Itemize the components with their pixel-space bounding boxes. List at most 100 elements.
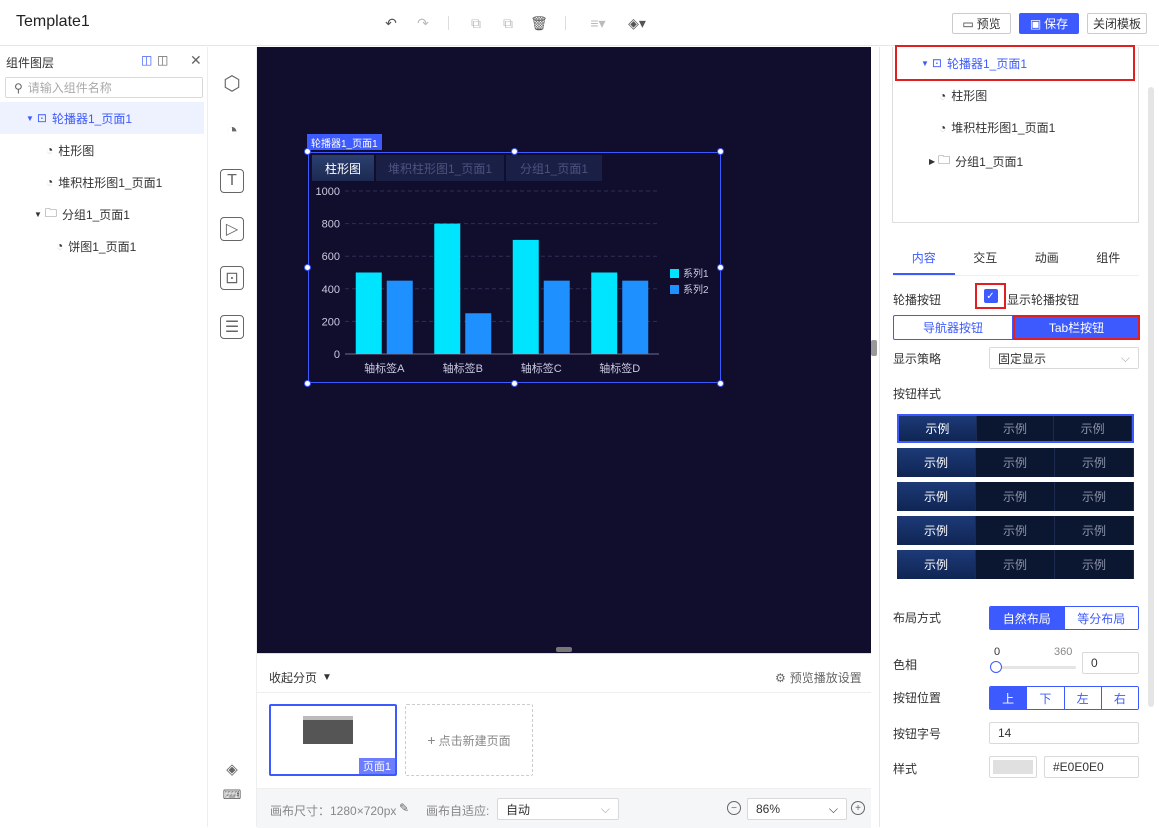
- media-icon[interactable]: ▷: [220, 217, 244, 241]
- layer-search-input[interactable]: ⚲ 请输入组件名称: [5, 77, 203, 98]
- color-swatch[interactable]: [989, 756, 1037, 778]
- style-sample: 示例: [897, 550, 976, 579]
- position-bottom-option[interactable]: 下: [1026, 687, 1064, 709]
- y-tick-label: 600: [322, 251, 340, 263]
- canvas-footer: 画布尺寸：1280×720px ✎ 画布自适应: 自动 ⌵ − 86% ⌵ +: [257, 788, 871, 828]
- page-thumbnail[interactable]: 页面1: [269, 704, 397, 776]
- zoom-in-icon[interactable]: +: [851, 801, 865, 815]
- button-style-label: 按钮样式: [893, 387, 942, 401]
- zoom-select[interactable]: 86% ⌵: [747, 798, 847, 820]
- table-icon[interactable]: ☰: [220, 315, 244, 339]
- layer-item-pie[interactable]: ◔ 饼图1_页面1: [0, 230, 204, 262]
- resize-grip[interactable]: [556, 647, 572, 652]
- navigator-button-option[interactable]: 导航器按钮: [893, 315, 1014, 340]
- button-style-option-2[interactable]: 示例 示例 示例: [897, 448, 1134, 477]
- align-icon[interactable]: ≡▾: [585, 14, 611, 32]
- resize-handle[interactable]: [717, 380, 724, 387]
- layers-icon[interactable]: ◈▾: [624, 14, 650, 32]
- edit-icon[interactable]: ✎: [399, 801, 409, 815]
- tree-item-group[interactable]: ▶ 🗀 分组1_页面1: [929, 151, 1023, 172]
- layout-toggle-icon[interactable]: ◫: [141, 53, 152, 67]
- canvas-adapt-select[interactable]: 自动 ⌵: [497, 798, 619, 820]
- new-page-button[interactable]: + 点击新建页面: [405, 704, 533, 776]
- carousel-tab[interactable]: 分组1_页面1: [506, 155, 602, 181]
- chevron-down-icon: ⌵: [828, 801, 838, 816]
- preview-settings-link[interactable]: ⚙ 预览播放设置: [775, 669, 862, 686]
- display-strategy-select[interactable]: 固定显示 ⌵: [989, 347, 1139, 369]
- layer-item-group[interactable]: ▼ 🗀 分组1_页面1: [0, 198, 204, 230]
- equal-layout-option[interactable]: 等分布局: [1063, 607, 1138, 629]
- pie-chart-icon[interactable]: ◔: [220, 119, 244, 143]
- split-view-icon[interactable]: ◫: [157, 53, 168, 67]
- tab-interaction[interactable]: 交互: [955, 247, 1017, 275]
- carousel-component[interactable]: 柱形图 堆积柱形图1_页面1 分组1_页面1 0 200 400 600 800 1000…: [308, 152, 721, 383]
- collapse-pages-toggle[interactable]: 收起分页 ▼: [269, 669, 332, 686]
- position-right-option[interactable]: 右: [1100, 687, 1138, 709]
- position-top-option[interactable]: 上: [990, 687, 1027, 709]
- tree-item-bar-chart[interactable]: ◔ 柱形图: [939, 87, 987, 104]
- save-button[interactable]: ▣ 保存: [1019, 13, 1079, 34]
- scrollbar[interactable]: [1148, 87, 1154, 707]
- tab-component[interactable]: 组件: [1078, 247, 1140, 275]
- checkbox-checked-icon[interactable]: ✓: [983, 289, 998, 303]
- resize-handle[interactable]: [304, 380, 311, 387]
- resize-handle[interactable]: [304, 264, 311, 271]
- tab-button-option[interactable]: Tab栏按钮: [1013, 315, 1140, 340]
- carousel-tab-active[interactable]: 柱形图: [312, 155, 374, 181]
- cube-icon[interactable]: ⬡: [220, 71, 244, 95]
- color-hex-input[interactable]: #E0E0E0: [1044, 756, 1139, 778]
- layer-item-bar-chart[interactable]: ◔ 柱形图: [0, 134, 204, 166]
- page-label-badge: 页面1: [358, 758, 395, 774]
- keyboard-icon[interactable]: ⌨: [220, 785, 244, 805]
- hue-slider-track[interactable]: [994, 666, 1076, 669]
- caret-down-icon: ▼: [921, 58, 929, 68]
- panel-splitter[interactable]: [871, 340, 877, 356]
- hue-label: 色相: [893, 658, 918, 672]
- text-icon[interactable]: T: [220, 169, 244, 193]
- tab-content[interactable]: 内容: [893, 247, 955, 275]
- zoom-out-icon[interactable]: −: [727, 801, 741, 815]
- design-canvas[interactable]: 轮播器1_页面1 柱形图 堆积柱形图1_页面1 分组1_页面1 0 200 400 6…: [257, 47, 871, 653]
- preview-button[interactable]: ▭ 预览: [952, 13, 1011, 34]
- button-style-option-3[interactable]: 示例 示例 示例: [897, 482, 1134, 511]
- undo-icon[interactable]: ↶: [382, 14, 400, 32]
- hue-input[interactable]: 0: [1082, 652, 1139, 674]
- button-style-option-4[interactable]: 示例 示例 示例: [897, 516, 1134, 545]
- resize-handle[interactable]: [511, 148, 518, 155]
- resize-handle[interactable]: [511, 380, 518, 387]
- close-template-button[interactable]: 关闭模板: [1087, 13, 1147, 34]
- divider: [257, 692, 871, 693]
- chevron-down-icon: ⌵: [1120, 350, 1130, 365]
- layer-item-carousel[interactable]: ▼ ⊡ 轮播器1_页面1: [0, 102, 204, 134]
- natural-layout-option[interactable]: 自然布局: [990, 607, 1064, 629]
- tree-item-stacked-bar[interactable]: ◔ 堆积柱形图1_页面1: [939, 119, 1055, 136]
- triangle-down-icon: ▼: [322, 672, 332, 683]
- font-size-input[interactable]: 14: [989, 722, 1139, 744]
- y-tick-label: 800: [322, 219, 340, 231]
- button-style-option-1[interactable]: 示例 示例 示例: [897, 414, 1134, 443]
- resize-handle[interactable]: [304, 148, 311, 155]
- position-left-option[interactable]: 左: [1063, 687, 1101, 709]
- button-style-option-5[interactable]: 示例 示例 示例: [897, 550, 1134, 579]
- hue-min-label: 0: [994, 646, 1001, 658]
- tab-animation[interactable]: 动画: [1016, 247, 1078, 275]
- inbox-icon[interactable]: ⊡: [220, 266, 244, 290]
- carousel-tab[interactable]: 堆积柱形图1_页面1: [376, 155, 504, 181]
- delete-icon[interactable]: 🗑: [530, 14, 548, 32]
- bar-2-2: [465, 313, 492, 354]
- copy-icon[interactable]: ⧉: [467, 14, 485, 32]
- display-strategy-label: 显示策略: [893, 352, 942, 366]
- chart-icon: ◔: [56, 239, 64, 253]
- layers-stack-icon[interactable]: ◈: [220, 759, 244, 779]
- close-icon[interactable]: ✕: [190, 52, 202, 69]
- show-button-checkbox-highlight[interactable]: ✓: [975, 283, 1006, 309]
- paste-icon[interactable]: ⧉: [499, 14, 517, 32]
- hue-slider-thumb[interactable]: [990, 661, 1002, 673]
- redo-icon[interactable]: ↷: [414, 14, 432, 32]
- layer-item-stacked-bar[interactable]: ◔ 堆积柱形图1_页面1: [0, 166, 204, 198]
- resize-handle[interactable]: [717, 264, 724, 271]
- style-sample: 示例: [976, 448, 1055, 477]
- tree-item-carousel[interactable]: ▼ ⊡ 轮播器1_页面1: [895, 45, 1135, 81]
- resize-handle[interactable]: [717, 148, 724, 155]
- style-sample: 示例: [1055, 448, 1134, 477]
